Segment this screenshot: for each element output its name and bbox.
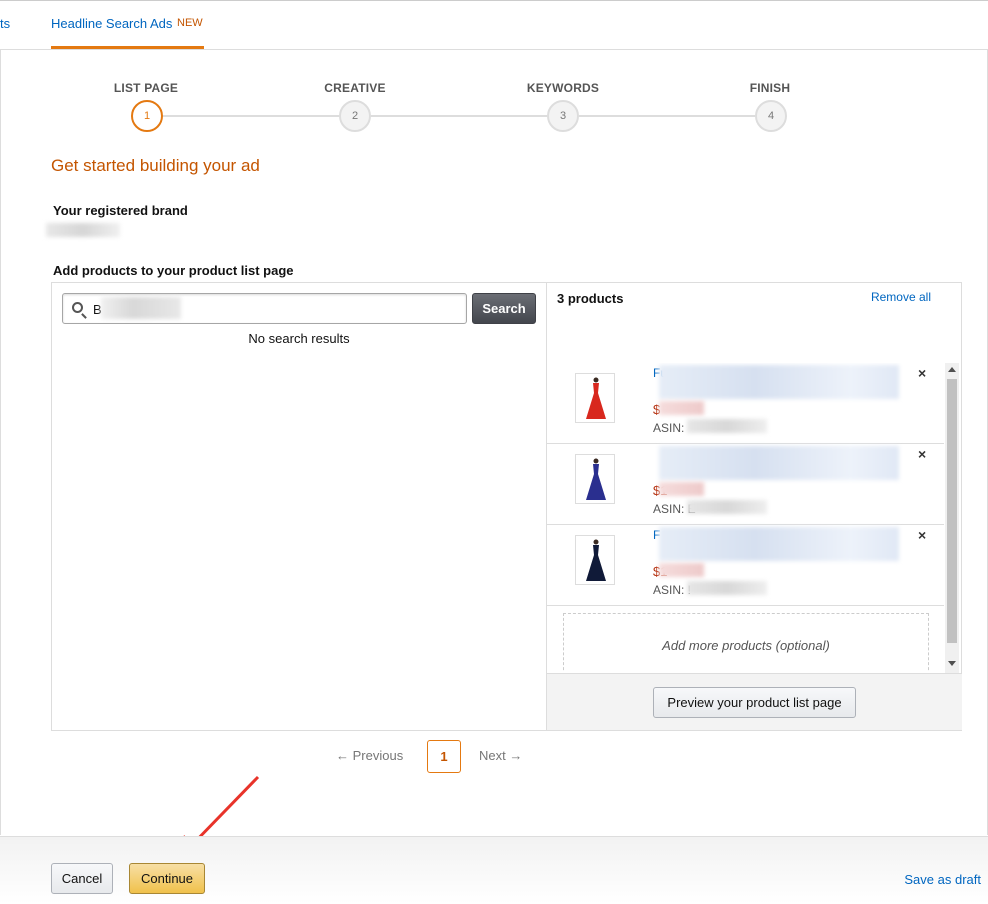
product-price-redacted: [659, 401, 704, 415]
scroll-down-arrow-icon[interactable]: [948, 661, 956, 666]
search-value-redacted: [101, 297, 181, 319]
step-4-circle: 4: [755, 100, 787, 132]
step-2-circle: 2: [339, 100, 371, 132]
dress-image: [586, 377, 606, 419]
search-icon: [72, 302, 83, 313]
product-thumbnail: [575, 373, 615, 423]
add-products-label: Add products to your product list page: [53, 263, 294, 278]
step-connector: [579, 115, 755, 117]
remove-product-icon[interactable]: ×: [918, 365, 926, 381]
step-label-creative: CREATIVE: [324, 81, 386, 95]
product-asin: ASIN:: [653, 421, 685, 435]
product-selection-panel: B Search No search results 3 products Re…: [51, 282, 962, 731]
page-heading: Get started building your ad: [51, 156, 260, 175]
product-thumbnail: [575, 535, 615, 585]
product-price-redacted: [659, 563, 704, 577]
tab-headline-search-ads[interactable]: Headline Search Ads: [51, 6, 172, 50]
continue-button[interactable]: Continue: [129, 863, 205, 894]
product-asin-redacted: [687, 500, 767, 514]
footer-bar: Cancel Continue Save as draft: [0, 836, 988, 904]
search-pane: B Search No search results: [52, 283, 546, 730]
product-thumbnail: [575, 454, 615, 504]
pagination-previous[interactable]: ← Previous: [336, 748, 403, 763]
product-asin-redacted: [687, 419, 767, 433]
pagination-next[interactable]: Next →: [479, 748, 522, 763]
product-asin: ASIN: !: [653, 583, 692, 597]
product-item: Fu $ ASIN: ×: [547, 363, 944, 444]
remove-product-icon[interactable]: ×: [918, 446, 926, 462]
remove-product-icon[interactable]: ×: [918, 527, 926, 543]
preview-bar: Preview your product list page: [547, 673, 962, 730]
step-label-keywords: KEYWORDS: [526, 81, 600, 95]
frame-border-left: [0, 50, 1, 835]
product-price-redacted: [659, 482, 704, 496]
dress-image: [586, 539, 606, 581]
tab-partial[interactable]: ts: [0, 16, 10, 31]
brand-value-redacted: [46, 223, 120, 237]
selected-products-pane: 3 products Remove all Fu $ ASIN: ×: [546, 283, 962, 730]
step-3-circle: 3: [547, 100, 579, 132]
pagination-current-page[interactable]: 1: [427, 740, 461, 773]
products-count: 3 products: [557, 291, 624, 306]
add-more-products-label: Add more products (optional): [662, 638, 830, 653]
product-asin-redacted: [687, 581, 767, 595]
step-label-finish: FINISH: [749, 81, 791, 95]
registered-brand-label: Your registered brand: [53, 203, 188, 218]
add-more-products-dropzone[interactable]: Add more products (optional): [563, 613, 929, 672]
campaign-tabs: ts Headline Search Ads NEW: [0, 6, 988, 50]
cancel-button[interactable]: Cancel: [51, 863, 113, 894]
scroll-up-arrow-icon[interactable]: [948, 367, 956, 372]
product-name-redacted: [659, 446, 899, 480]
dress-image: [586, 458, 606, 500]
step-connector: [371, 115, 547, 117]
active-tab-indicator: [51, 46, 204, 49]
selected-products-list[interactable]: Fu $ ASIN: × $1 ASIN: E: [547, 363, 944, 672]
product-name-redacted: [659, 365, 899, 399]
no-search-results: No search results: [248, 331, 350, 346]
product-item: F $1 ASIN: ! ×: [547, 525, 944, 606]
product-name-redacted: [659, 527, 899, 561]
step-1-circle: 1: [131, 100, 163, 132]
step-label-list-page: LIST PAGE: [113, 81, 179, 95]
new-badge: NEW: [177, 17, 203, 29]
save-as-draft-link[interactable]: Save as draft: [904, 872, 981, 887]
scrollbar[interactable]: [945, 363, 959, 673]
preview-product-list-button[interactable]: Preview your product list page: [653, 687, 856, 718]
scrollbar-thumb[interactable]: [947, 379, 957, 643]
remove-all-link[interactable]: Remove all: [871, 290, 931, 304]
product-item: $1 ASIN: E ×: [547, 444, 944, 525]
step-connector: [163, 115, 339, 117]
product-search-input[interactable]: B: [62, 293, 467, 324]
search-button[interactable]: Search: [472, 293, 536, 324]
